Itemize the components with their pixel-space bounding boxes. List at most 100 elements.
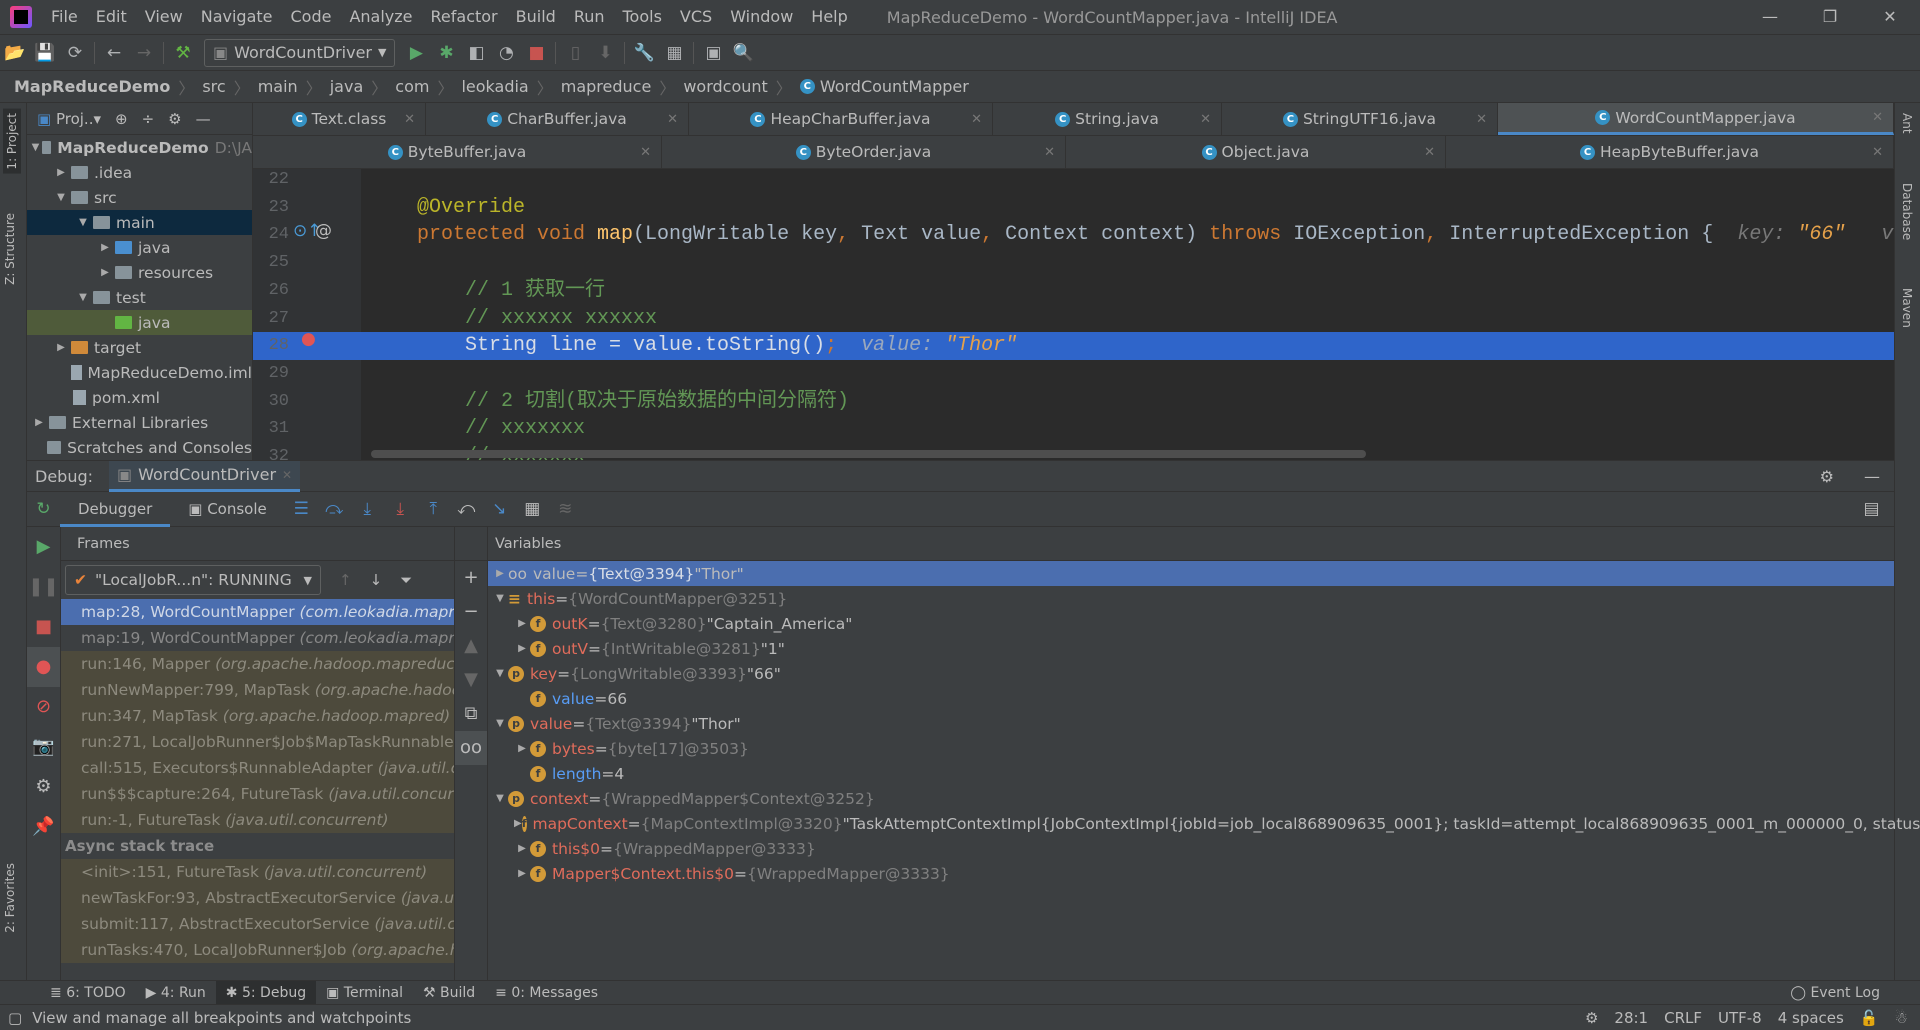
close-tab-icon[interactable]: ✕ (667, 112, 678, 127)
step-out-icon[interactable]: ⤒ (417, 499, 450, 519)
run-config-select[interactable]: ▣ WordCountDriver ▼ (204, 38, 396, 67)
tree-item[interactable]: ▼ test (27, 285, 252, 310)
minimize-icon[interactable]: — (1864, 467, 1880, 486)
breadcrumb-item[interactable]: leokadia (461, 77, 528, 96)
close-tab-icon[interactable]: ✕ (1044, 145, 1055, 160)
close-tab-icon[interactable]: ✕ (1872, 145, 1883, 160)
thread-select[interactable]: ✔ "LocalJobR...n": RUNNING ▼ (65, 565, 321, 595)
gear-icon[interactable]: ⚙ (168, 110, 181, 128)
debug-session-tab[interactable]: ▣ WordCountDriver ✕ (109, 460, 301, 492)
variable-row[interactable]: ▼ p key = {LongWritable@3393} "66" (488, 661, 1894, 686)
menu-edit[interactable]: Edit (87, 0, 136, 34)
expanded-arrow-icon[interactable]: ▼ (492, 793, 508, 804)
variable-row[interactable]: ▼ p context = {WrappedMapper$Context@3252} (488, 786, 1894, 811)
build-hammer-icon[interactable]: ⚒ (168, 43, 198, 63)
sync-icon[interactable]: ⟳ (60, 43, 90, 63)
code-editor[interactable]: ● ⊙↑ @ 22 23 @Override 24 protected void map(L… (253, 169, 1894, 460)
tool-tab-project[interactable]: 1: Project (3, 109, 21, 174)
collapsed-arrow-icon[interactable]: ▶ (514, 843, 530, 854)
tree-item[interactable]: ▼ MapReduceDemo D:\JA (27, 135, 252, 160)
variable-row[interactable]: ▶ f Mapper$Context.this$0 = {WrappedMapper… (488, 861, 1894, 886)
open-icon[interactable]: 📂 (0, 43, 30, 63)
editor-tab[interactable]: C ByteOrder.java ✕ (662, 136, 1066, 168)
restore-layout-icon[interactable]: ▤ (1855, 499, 1888, 519)
tree-item[interactable]: MapReduceDemo.iml (27, 360, 252, 385)
variable-row[interactable]: ▶ f outV = {IntWritable@3281} "1" (488, 636, 1894, 661)
variable-row[interactable]: f length = 4 (488, 761, 1894, 786)
hide-icon[interactable]: — (196, 110, 211, 128)
tool-button[interactable]: ≡ 0: Messages (485, 981, 608, 1005)
code-text[interactable]: // xxxxxxx (417, 415, 585, 443)
maximize-button[interactable]: ❐ (1800, 0, 1860, 34)
minimize-button[interactable]: — (1740, 0, 1800, 34)
stack-frame[interactable]: run:271, LocalJobRunner$Job$MapTaskRunna… (61, 729, 454, 755)
stack-frame[interactable]: submit:117, AbstractExecutorService (jav… (61, 911, 454, 937)
tool-tab-structure[interactable]: Z: Structure (3, 213, 17, 285)
tool-button[interactable]: ≣ 6: TODO (40, 981, 136, 1005)
step-over-icon[interactable]: ⤼ (318, 499, 351, 519)
stack-frame[interactable]: runTasks:470, LocalJobRunner$Job (org.ap… (61, 937, 454, 963)
close-tab-icon[interactable]: ✕ (404, 112, 415, 127)
expanded-arrow-icon[interactable]: ▼ (75, 217, 91, 228)
stack-frame[interactable]: run:146, Mapper (org.apache.hadoop.mapre… (61, 651, 454, 677)
tab-debugger[interactable]: Debugger (60, 492, 171, 527)
tree-item[interactable]: ▶ External Libraries (27, 410, 252, 435)
close-tab-icon[interactable]: ✕ (1424, 145, 1435, 160)
tree-item[interactable]: java (27, 310, 252, 335)
variable-row[interactable]: ▶ oo value = {Text@3394} "Thor" (488, 561, 1894, 586)
collapsed-arrow-icon[interactable]: ▶ (97, 267, 113, 278)
variable-row[interactable]: ▶ f outK = {Text@3280} "Captain_America" (488, 611, 1894, 636)
editor-tab[interactable]: C CharBuffer.java ✕ (426, 103, 689, 135)
expanded-arrow-icon[interactable]: ▼ (492, 593, 508, 604)
tool-button[interactable]: ▶ 4: Run (136, 981, 216, 1005)
tool-tab-ant[interactable]: Ant (1900, 113, 1914, 134)
stack-frame[interactable]: map:19, WordCountMapper (com.leokadia.ma… (61, 625, 454, 651)
expanded-arrow-icon[interactable]: ▼ (31, 142, 40, 153)
menu-window[interactable]: Window (721, 0, 802, 34)
close-tab-icon[interactable]: ✕ (971, 112, 982, 127)
file-encoding[interactable]: UTF-8 (1718, 1009, 1762, 1027)
force-step-into-icon[interactable]: ⤓ (384, 499, 417, 519)
filter-icon[interactable]: ⏷ (400, 571, 412, 589)
coverage-icon[interactable]: ◧ (461, 43, 491, 63)
run-icon[interactable]: ▶ (401, 43, 431, 63)
variable-row[interactable]: ▼ ≡ this = {WordCountMapper@3251} (488, 586, 1894, 611)
code-text[interactable]: // xxxxxx xxxxxx (417, 305, 657, 333)
breadcrumb-item[interactable]: main (258, 77, 298, 96)
gear-icon[interactable]: ⚙ (27, 767, 60, 807)
collapsed-arrow-icon[interactable]: ▶ (514, 868, 530, 879)
collapse-icon[interactable]: ÷ (142, 110, 155, 128)
editor-tab[interactable]: C HeapCharBuffer.java ✕ (689, 103, 993, 135)
editor-tab[interactable]: C StringUTF16.java ✕ (1222, 103, 1498, 135)
override-icon[interactable]: @ (315, 221, 332, 241)
tool-tab-maven[interactable]: Maven (1900, 288, 1914, 328)
inspector-icon[interactable]: ☃ (1895, 1009, 1908, 1027)
stack-frame[interactable]: runNewMapper:799, MapTask (org.apache.ha… (61, 677, 454, 703)
variable-row[interactable]: ▶ f this$0 = {WrappedMapper@3333} (488, 836, 1894, 861)
down-arrow-icon[interactable]: ↓ (370, 571, 383, 589)
collapsed-arrow-icon[interactable]: ▶ (514, 618, 530, 629)
close-tab-icon[interactable]: ✕ (640, 145, 651, 160)
editor-tab[interactable]: C HeapByteBuffer.java ✕ (1446, 136, 1894, 168)
pin-icon[interactable]: 📌 (27, 807, 60, 847)
variable-row[interactable]: ▼ p value = {Text@3394} "Thor" (488, 711, 1894, 736)
stack-frame[interactable]: run:347, MapTask (org.apache.hadoop.mapr… (61, 703, 454, 729)
event-log-button[interactable]: ◯ Event Log (1790, 985, 1880, 1001)
terminal-icon[interactable]: ▣ (698, 43, 728, 63)
search-icon[interactable]: 🔍 (728, 43, 758, 63)
remove-watch-icon[interactable]: − (455, 595, 487, 629)
menu-navigate[interactable]: Navigate (192, 0, 282, 34)
tree-item[interactable]: pom.xml (27, 385, 252, 410)
menu-file[interactable]: File (42, 0, 87, 34)
variable-row[interactable]: ▶ f mapContext = {MapContextImpl@3320} "Ta… (488, 811, 1920, 836)
indent-setting[interactable]: 4 spaces (1778, 1009, 1844, 1027)
tool-button[interactable]: ✱ 5: Debug (215, 980, 317, 1005)
drop-frame-icon[interactable]: ⤺ (450, 499, 483, 519)
code-text[interactable]: // 1 获取一行 (417, 277, 605, 305)
tab-console[interactable]: ▣ Console (170, 492, 285, 527)
breadcrumb-item[interactable]: WordCountMapper (820, 77, 969, 96)
tree-item[interactable]: ▶ target (27, 335, 252, 360)
stop-icon[interactable]: ■ (521, 43, 551, 63)
editor-tab[interactable]: C Object.java ✕ (1066, 136, 1446, 168)
move-down-icon[interactable]: ▼ (455, 663, 487, 697)
